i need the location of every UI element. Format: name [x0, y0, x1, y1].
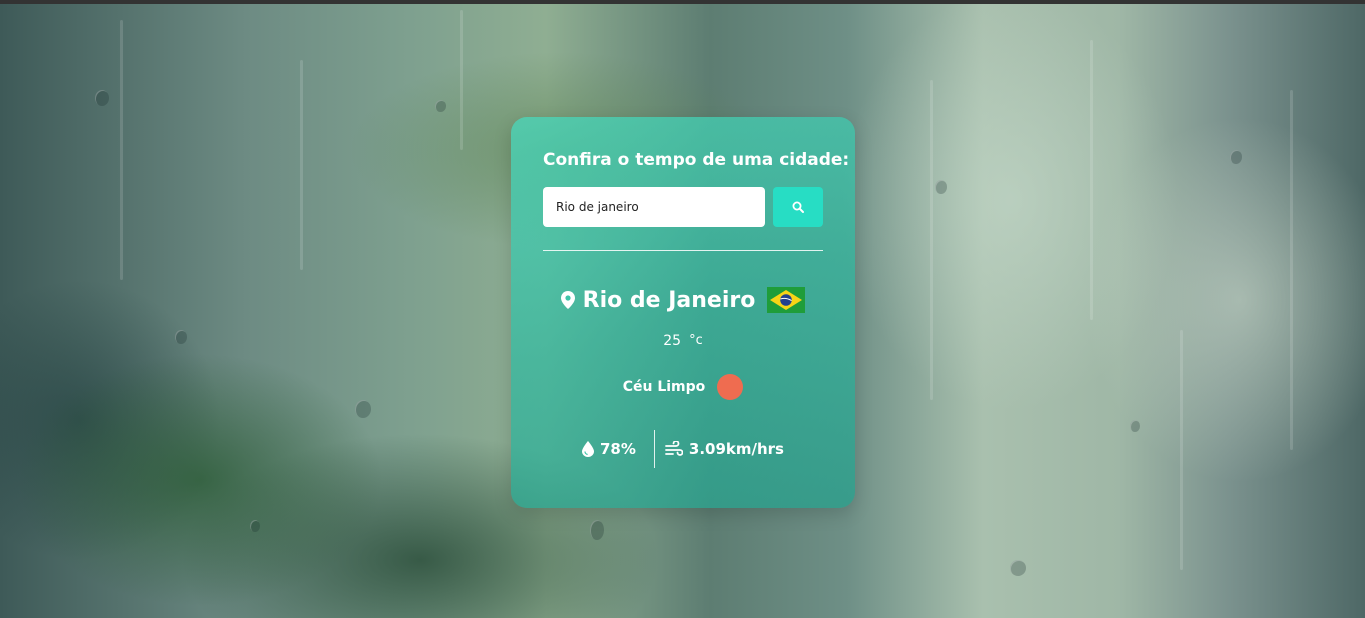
brazil-flag-icon: [767, 287, 806, 313]
rain-streak: [460, 10, 463, 150]
rain-streak: [1180, 330, 1183, 570]
divider: [543, 250, 823, 251]
wind-detail: 3.09km/hrs: [664, 440, 784, 458]
browser-top-border: [0, 0, 1365, 4]
rain-drop: [95, 90, 109, 106]
rain-streak: [1290, 90, 1293, 450]
city-row: Rio de Janeiro: [511, 285, 855, 315]
rain-drop: [1130, 420, 1140, 432]
droplet-icon: [581, 441, 594, 457]
details-row: 78% 3.09km/hrs: [511, 430, 855, 468]
search-icon: [792, 201, 804, 213]
description-row: Céu Limpo: [511, 374, 855, 400]
rain-streak: [1090, 40, 1093, 320]
rain-drop: [250, 520, 260, 532]
rain-drop: [935, 180, 947, 194]
form-title: Confira o tempo de uma cidade:: [543, 150, 850, 170]
weather-card: Confira o tempo de uma cidade: Rio de Ja…: [511, 117, 855, 508]
wind-value: 3.09km/hrs: [688, 440, 784, 458]
temperature-value: 25: [663, 333, 682, 349]
city-search-input[interactable]: [543, 187, 765, 227]
rain-streak: [120, 20, 123, 280]
rain-streak: [300, 60, 303, 270]
rain-drop: [435, 100, 446, 112]
rain-drop: [175, 330, 187, 344]
clear-sky-icon: [717, 374, 744, 400]
temperature-row: 25 °c: [511, 333, 855, 349]
humidity-detail: 78%: [581, 440, 636, 458]
wind-icon: [664, 441, 683, 456]
weather-description: Céu Limpo: [622, 379, 706, 395]
rain-drop: [590, 520, 604, 540]
rain-drop: [1230, 150, 1242, 164]
map-pin-icon: [560, 291, 575, 309]
rain-streak: [930, 80, 933, 400]
humidity-value: 78%: [599, 440, 636, 458]
search-button[interactable]: [773, 187, 823, 227]
rain-drop: [1010, 560, 1026, 576]
temperature-unit: °c: [689, 333, 703, 348]
rain-drop: [355, 400, 371, 418]
details-divider: [653, 430, 655, 468]
city-name: Rio de Janeiro: [582, 287, 756, 313]
